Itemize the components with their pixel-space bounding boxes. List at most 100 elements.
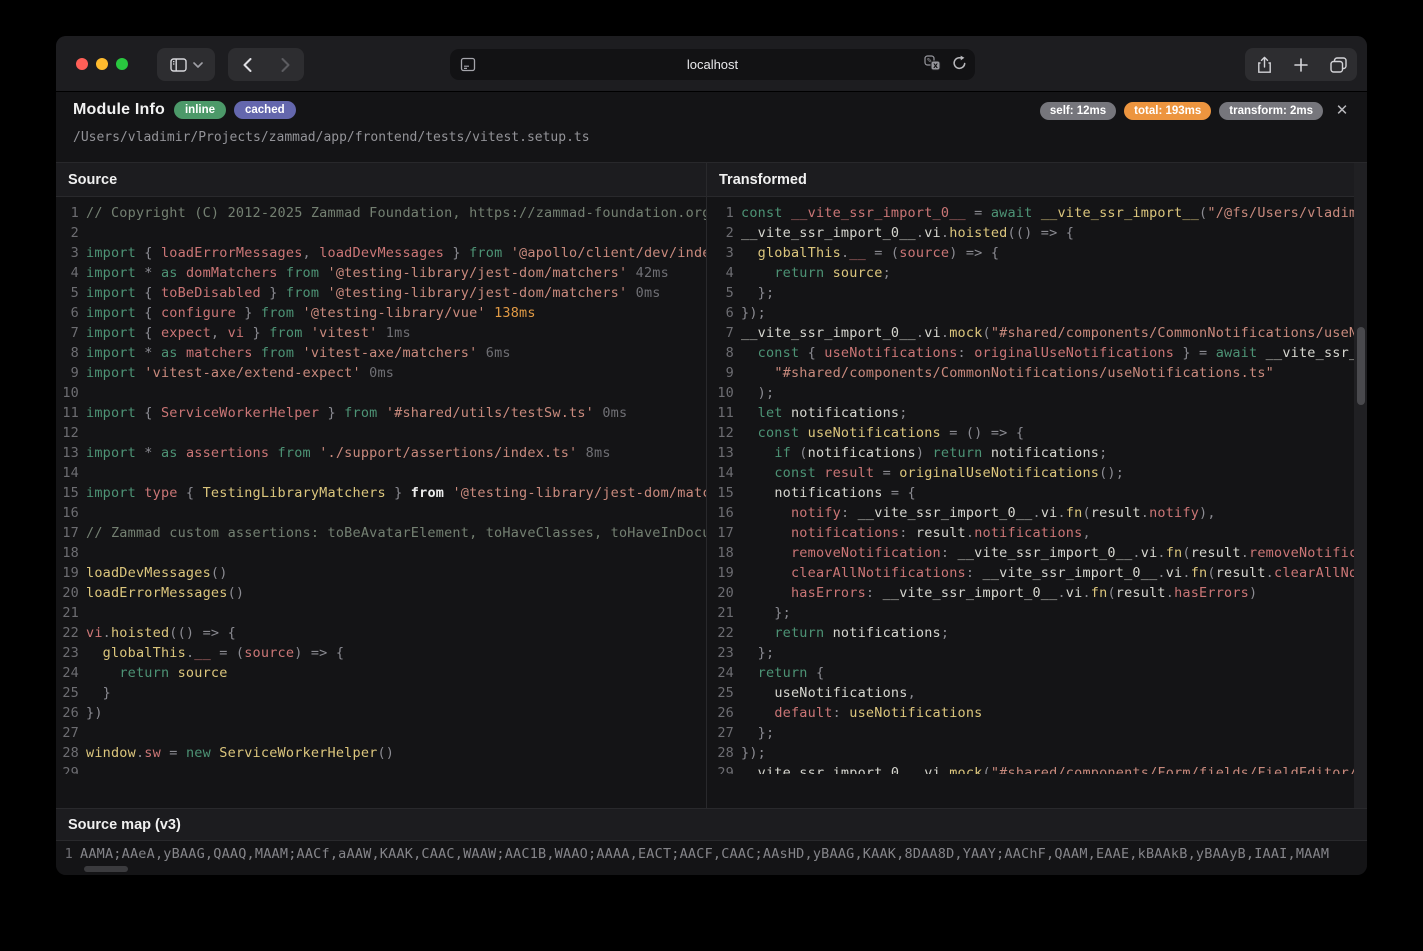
line-number: 9 — [707, 363, 741, 383]
transformed-panel[interactable]: Transformed 1const __vite_ssr_import_0__… — [707, 163, 1367, 808]
line-number: 28 — [707, 743, 741, 763]
code-line: 16 — [56, 503, 706, 523]
transformed-code[interactable]: 1const __vite_ssr_import_0__ = await __v… — [707, 197, 1367, 774]
line-number: 21 — [56, 603, 86, 623]
code-line: 19 clearAllNotifications: __vite_ssr_imp… — [707, 563, 1367, 583]
code-line: 20 hasErrors: __vite_ssr_import_0__.vi.f… — [707, 583, 1367, 603]
module-path: /Users/vladimir/Projects/zammad/app/fron… — [73, 130, 590, 145]
line-number: 17 — [56, 523, 86, 543]
chevron-down-icon — [193, 62, 203, 68]
tab-overview-button[interactable] — [1320, 48, 1357, 81]
share-button[interactable] — [1246, 48, 1283, 81]
translate-icon[interactable]: ✎ x — [924, 55, 942, 71]
line-number: 29 — [56, 763, 86, 774]
address-bar[interactable]: localhost ✎ x — [450, 49, 975, 80]
line-number: 11 — [707, 403, 741, 423]
back-button[interactable] — [228, 48, 266, 81]
code-line: 14 — [56, 463, 706, 483]
chevron-left-icon — [243, 58, 252, 72]
code-line: 13 if (notifications) return notificatio… — [707, 443, 1367, 463]
line-content: return notifications; — [741, 623, 949, 643]
line-content: // Zammad custom assertions: toBeAvatarE… — [86, 523, 706, 543]
line-number: 26 — [707, 703, 741, 723]
line-number: 24 — [707, 663, 741, 683]
line-content: import * as domMatchers from '@testing-l… — [86, 263, 669, 283]
code-line: 14 const result = originalUseNotificatio… — [707, 463, 1367, 483]
code-line: 15import type { TestingLibraryMatchers }… — [56, 483, 706, 503]
line-number: 23 — [56, 643, 86, 663]
code-line: 16 notify: __vite_ssr_import_0__.vi.fn(r… — [707, 503, 1367, 523]
line-content: const result = originalUseNotifications(… — [741, 463, 1124, 483]
url-text: localhost — [450, 57, 975, 72]
code-line: 13import * as assertions from './support… — [56, 443, 706, 463]
line-number: 8 — [707, 343, 741, 363]
source-panel-title: Source — [56, 163, 706, 197]
code-line: 11 let notifications; — [707, 403, 1367, 423]
line-content: useNotifications, — [741, 683, 916, 703]
reload-icon[interactable] — [952, 55, 967, 71]
line-number: 27 — [707, 723, 741, 743]
line-number: 11 — [56, 403, 86, 423]
line-number: 10 — [56, 383, 86, 403]
line-number: 14 — [707, 463, 741, 483]
line-content: let notifications; — [741, 403, 908, 423]
sidebar-toggle-button[interactable] — [157, 48, 215, 81]
timing-badge: total: 193ms — [1124, 102, 1211, 120]
line-number: 16 — [707, 503, 741, 523]
line-number: 8 — [56, 343, 86, 363]
code-line: 2 — [56, 223, 706, 243]
line-content: }); — [741, 743, 766, 763]
line-content: return { — [741, 663, 824, 683]
code-line: 27 — [56, 723, 706, 743]
line-content: loadDevMessages() — [86, 563, 228, 583]
line-content: }; — [741, 723, 774, 743]
line-number: 5 — [707, 283, 741, 303]
sourcemap-mappings: AAMA;AAeA,yBAAG,QAAQ,MAAM;AACf,aAAW,KAAK… — [80, 841, 1329, 867]
browser-window: localhost ✎ x — [56, 36, 1367, 875]
code-line: 7__vite_ssr_import_0__.vi.mock("#shared/… — [707, 323, 1367, 343]
line-content: }; — [741, 643, 774, 663]
code-line: 21 — [56, 603, 706, 623]
timing-badge: transform: 2ms — [1219, 102, 1323, 120]
close-window-button[interactable] — [76, 58, 88, 70]
horizontal-scrollbar-thumb[interactable] — [84, 866, 128, 872]
close-icon[interactable]: ✕ — [1331, 99, 1353, 121]
line-number: 26 — [56, 703, 86, 723]
line-number: 22 — [707, 623, 741, 643]
nav-buttons — [228, 48, 304, 81]
vertical-scrollbar-thumb[interactable] — [1357, 327, 1365, 405]
line-number: 1 — [707, 203, 741, 223]
module-badge: cached — [234, 101, 296, 119]
code-line: 6import { configure } from '@testing-lib… — [56, 303, 706, 323]
vertical-scrollbar[interactable] — [1354, 163, 1367, 808]
line-number: 6 — [56, 303, 86, 323]
code-line: 11import { ServiceWorkerHelper } from '#… — [56, 403, 706, 423]
line-content: import 'vitest-axe/extend-expect' 0ms — [86, 363, 394, 383]
line-number: 6 — [707, 303, 741, 323]
code-line: 25 } — [56, 683, 706, 703]
code-line: 12 — [56, 423, 706, 443]
code-panels: Source 1// Copyright (C) 2012-2025 Zamma… — [56, 163, 1367, 808]
line-content: globalThis.__ = (source) => { — [741, 243, 999, 263]
line-number: 18 — [707, 543, 741, 563]
code-line: 23 }; — [707, 643, 1367, 663]
code-line: 9import 'vitest-axe/extend-expect' 0ms — [56, 363, 706, 383]
zoom-window-button[interactable] — [116, 58, 128, 70]
source-panel[interactable]: Source 1// Copyright (C) 2012-2025 Zamma… — [56, 163, 707, 808]
line-number: 21 — [707, 603, 741, 623]
code-line: 28}); — [707, 743, 1367, 763]
timing-badges: self: 12mstotal: 193mstransform: 2ms — [1040, 102, 1323, 120]
new-tab-button[interactable] — [1283, 48, 1320, 81]
sidebar-icon — [170, 58, 187, 72]
module-badge: inline — [174, 101, 226, 119]
code-line: 26}) — [56, 703, 706, 723]
line-number: 25 — [707, 683, 741, 703]
code-line: 24 return source — [56, 663, 706, 683]
source-code[interactable]: 1// Copyright (C) 2012-2025 Zammad Found… — [56, 197, 706, 774]
line-number: 23 — [707, 643, 741, 663]
tabs-icon — [1330, 57, 1347, 73]
forward-button[interactable] — [266, 48, 304, 81]
line-number: 12 — [56, 423, 86, 443]
line-number: 19 — [56, 563, 86, 583]
minimize-window-button[interactable] — [96, 58, 108, 70]
